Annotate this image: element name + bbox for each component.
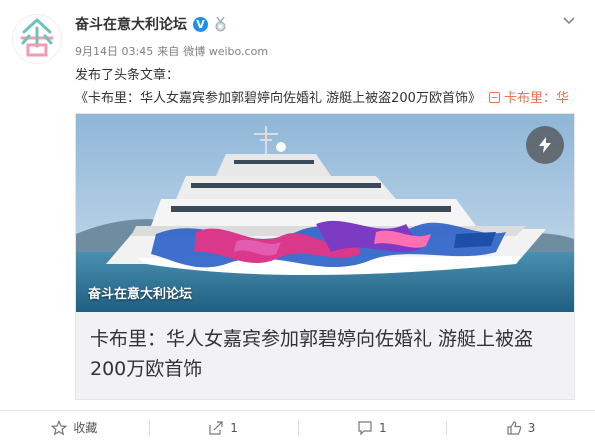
article-card-title[interactable]: 卡布里：华人女嘉宾参加郭碧婷向佐婚礼 游艇上被盗200万欧首饰 — [90, 324, 560, 384]
share-button[interactable]: 1 — [148, 411, 298, 444]
star-icon — [51, 419, 68, 435]
chevron-down-icon[interactable] — [561, 12, 577, 28]
post-date[interactable]: 9月14日 03:45 — [75, 43, 153, 59]
favorite-button[interactable]: 收藏 — [0, 411, 149, 444]
action-bar: 收藏 1 1 3 — [0, 410, 595, 444]
thumbs-up-icon — [507, 420, 522, 435]
post-source[interactable]: 微博 weibo.com — [183, 43, 268, 59]
weibo-post: 奋斗在意大利论坛 V 9月14日 03:45 来自 微博 weibo.com 发… — [0, 0, 595, 444]
share-icon — [209, 420, 223, 435]
text-prefix: 发布了头条文章： — [75, 68, 180, 83]
username[interactable]: 奋斗在意大利论坛 — [75, 14, 187, 34]
username-row: 奋斗在意大利论坛 V — [75, 14, 227, 34]
forum-logo-icon — [20, 18, 54, 57]
comment-count: 1 — [379, 420, 387, 435]
medal-icon — [214, 16, 227, 32]
article-link-icon — [488, 92, 500, 103]
comment-icon — [358, 420, 372, 435]
like-count: 3 — [527, 420, 536, 435]
article-cover-image: 奋斗在意大利论坛 — [76, 114, 574, 312]
avatar[interactable] — [12, 14, 62, 64]
verified-badge-icon: V — [193, 16, 208, 32]
post-meta: 9月14日 03:45 来自 微博 weibo.com — [75, 43, 268, 59]
article-quote: 《卡布里：华人女嘉宾参加郭碧婷向佐婚礼 游艇上被盗200万欧首饰》 — [75, 91, 481, 106]
article-card[interactable]: 奋斗在意大利论坛 卡布里：华人女嘉宾参加郭碧婷向佐婚礼 游艇上被盗200万欧首饰 — [75, 113, 575, 400]
favorite-label: 收藏 — [73, 421, 98, 435]
via-label: 来自 — [157, 45, 180, 58]
image-caption: 奋斗在意大利论坛 — [88, 287, 193, 302]
comment-button[interactable]: 1 — [297, 411, 447, 444]
lightning-icon — [526, 126, 564, 164]
like-button[interactable]: 3 — [446, 411, 595, 444]
share-count: 1 — [230, 420, 238, 435]
